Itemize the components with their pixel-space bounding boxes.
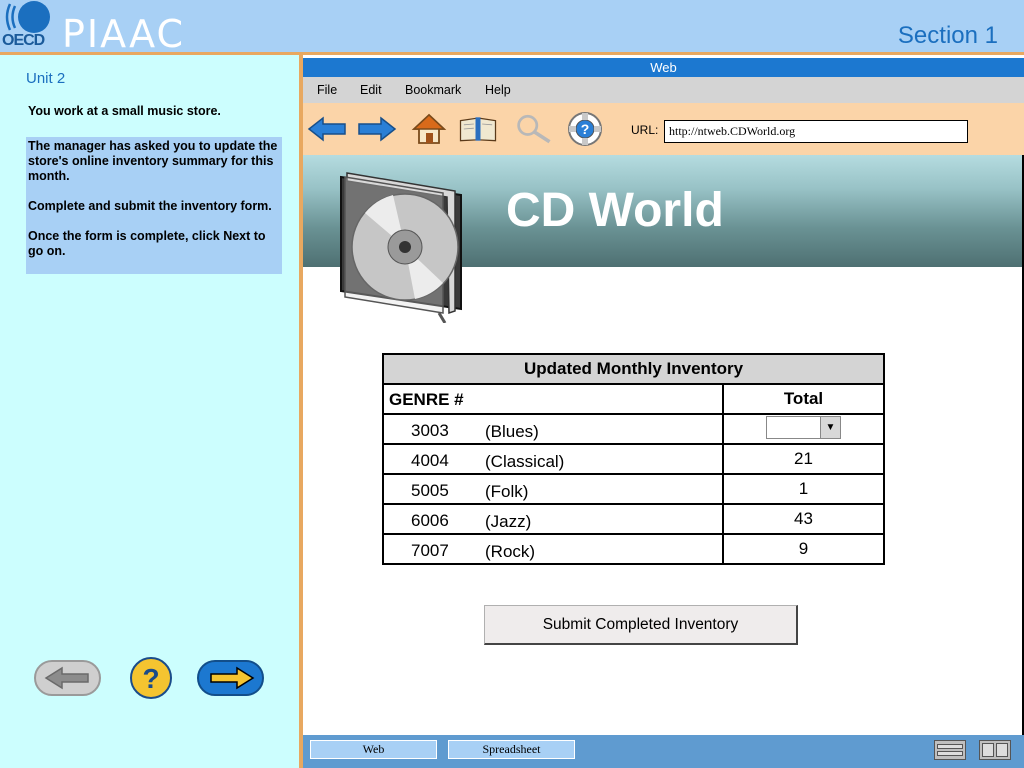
url-field[interactable]: [664, 120, 968, 143]
top-header: OECD PIAAC Section 1: [0, 0, 1024, 56]
genre-code: 4004: [411, 451, 449, 470]
table-row: 6006 (Jazz) 43: [382, 503, 885, 535]
url-label: URL:: [631, 123, 659, 137]
total-value: 9: [722, 533, 885, 565]
help-button[interactable]: ?: [130, 657, 172, 699]
genre-name: (Blues): [485, 422, 539, 441]
svg-text:?: ?: [142, 663, 159, 693]
menu-file[interactable]: File: [317, 83, 337, 97]
table-row: 3003 (Blues) ▼: [382, 413, 885, 445]
oecd-logo: OECD: [0, 0, 56, 52]
task-paragraph: Once the form is complete, click Next to…: [28, 229, 266, 258]
site-title: CD World: [506, 184, 724, 237]
genre-name: (Folk): [485, 482, 529, 501]
total-value: 43: [722, 503, 885, 535]
piaac-brand: PIAAC: [62, 12, 186, 56]
tile-vertical-icon[interactable]: [979, 740, 1011, 760]
task-paragraph: The manager has asked you to update the …: [28, 139, 278, 183]
svg-text:?: ?: [581, 121, 590, 137]
help-lifebuoy-icon[interactable]: ?: [565, 111, 605, 147]
total-column-header: Total: [722, 383, 885, 415]
task-instructions: The manager has asked you to update the …: [26, 137, 282, 274]
genre-name: (Classical): [485, 452, 565, 471]
section-title: Section 1: [897, 22, 998, 49]
genre-code: 3003: [411, 421, 449, 440]
chevron-down-icon[interactable]: ▼: [820, 417, 840, 438]
dropdown-value: [767, 417, 820, 438]
menu-help[interactable]: Help: [485, 83, 511, 97]
forward-arrow-icon[interactable]: [357, 111, 397, 147]
intro-text: You work at a small music store.: [28, 104, 221, 118]
genre-name: (Jazz): [485, 512, 532, 531]
taskbar-tab-spreadsheet[interactable]: Spreadsheet: [448, 740, 575, 759]
unit-label: Unit 2: [26, 70, 66, 87]
genre-code: 7007: [411, 541, 449, 560]
total-value: 21: [722, 443, 885, 475]
menu-bar: File Edit Bookmark Help: [303, 77, 1024, 103]
inventory-table: Updated Monthly Inventory GENRE # Total …: [382, 353, 885, 565]
question-mark-icon: ?: [142, 663, 159, 693]
menu-bookmark[interactable]: Bookmark: [405, 83, 461, 97]
table-row: 7007 (Rock) 9: [382, 533, 885, 565]
browser-title-bar: Web: [303, 58, 1024, 77]
table-row: 5005 (Folk) 1: [382, 473, 885, 505]
task-paragraph: Complete and submit the inventory form.: [28, 199, 272, 213]
table-row: 4004 (Classical) 21: [382, 443, 885, 475]
genre-name: (Rock): [485, 542, 536, 561]
back-arrow-icon[interactable]: [307, 111, 347, 147]
genre-code: 5005: [411, 481, 449, 500]
blues-total-dropdown[interactable]: ▼: [766, 416, 841, 439]
total-value: 1: [722, 473, 885, 505]
arrow-right-icon: [209, 666, 254, 690]
genre-header-label: GENRE #: [389, 390, 464, 409]
tile-horizontal-icon[interactable]: [934, 740, 966, 760]
search-magnifier-icon[interactable]: [515, 111, 555, 147]
submit-inventory-button[interactable]: Submit Completed Inventory: [484, 605, 798, 645]
taskbar-tab-web[interactable]: Web: [310, 740, 437, 759]
bookmarks-book-icon[interactable]: [458, 111, 498, 147]
table-caption: Updated Monthly Inventory: [382, 353, 885, 385]
web-browser-window: Web File Edit Bookmark Help ? URL: http:…: [303, 55, 1024, 768]
arrow-left-icon: [44, 666, 89, 690]
back-button[interactable]: [34, 660, 101, 696]
oecd-wordmark: OECD: [2, 32, 45, 49]
home-icon[interactable]: [409, 111, 449, 147]
web-page-content: CD World Updated Monthly Inventory GENRE…: [303, 155, 1024, 735]
cd-case-image: [333, 163, 473, 324]
app-taskbar: Web Spreadsheet: [303, 735, 1024, 768]
genre-code: 6006: [411, 511, 449, 530]
genre-column-header: GENRE #: [382, 383, 724, 415]
next-button[interactable]: [197, 660, 264, 696]
menu-edit[interactable]: Edit: [360, 83, 382, 97]
